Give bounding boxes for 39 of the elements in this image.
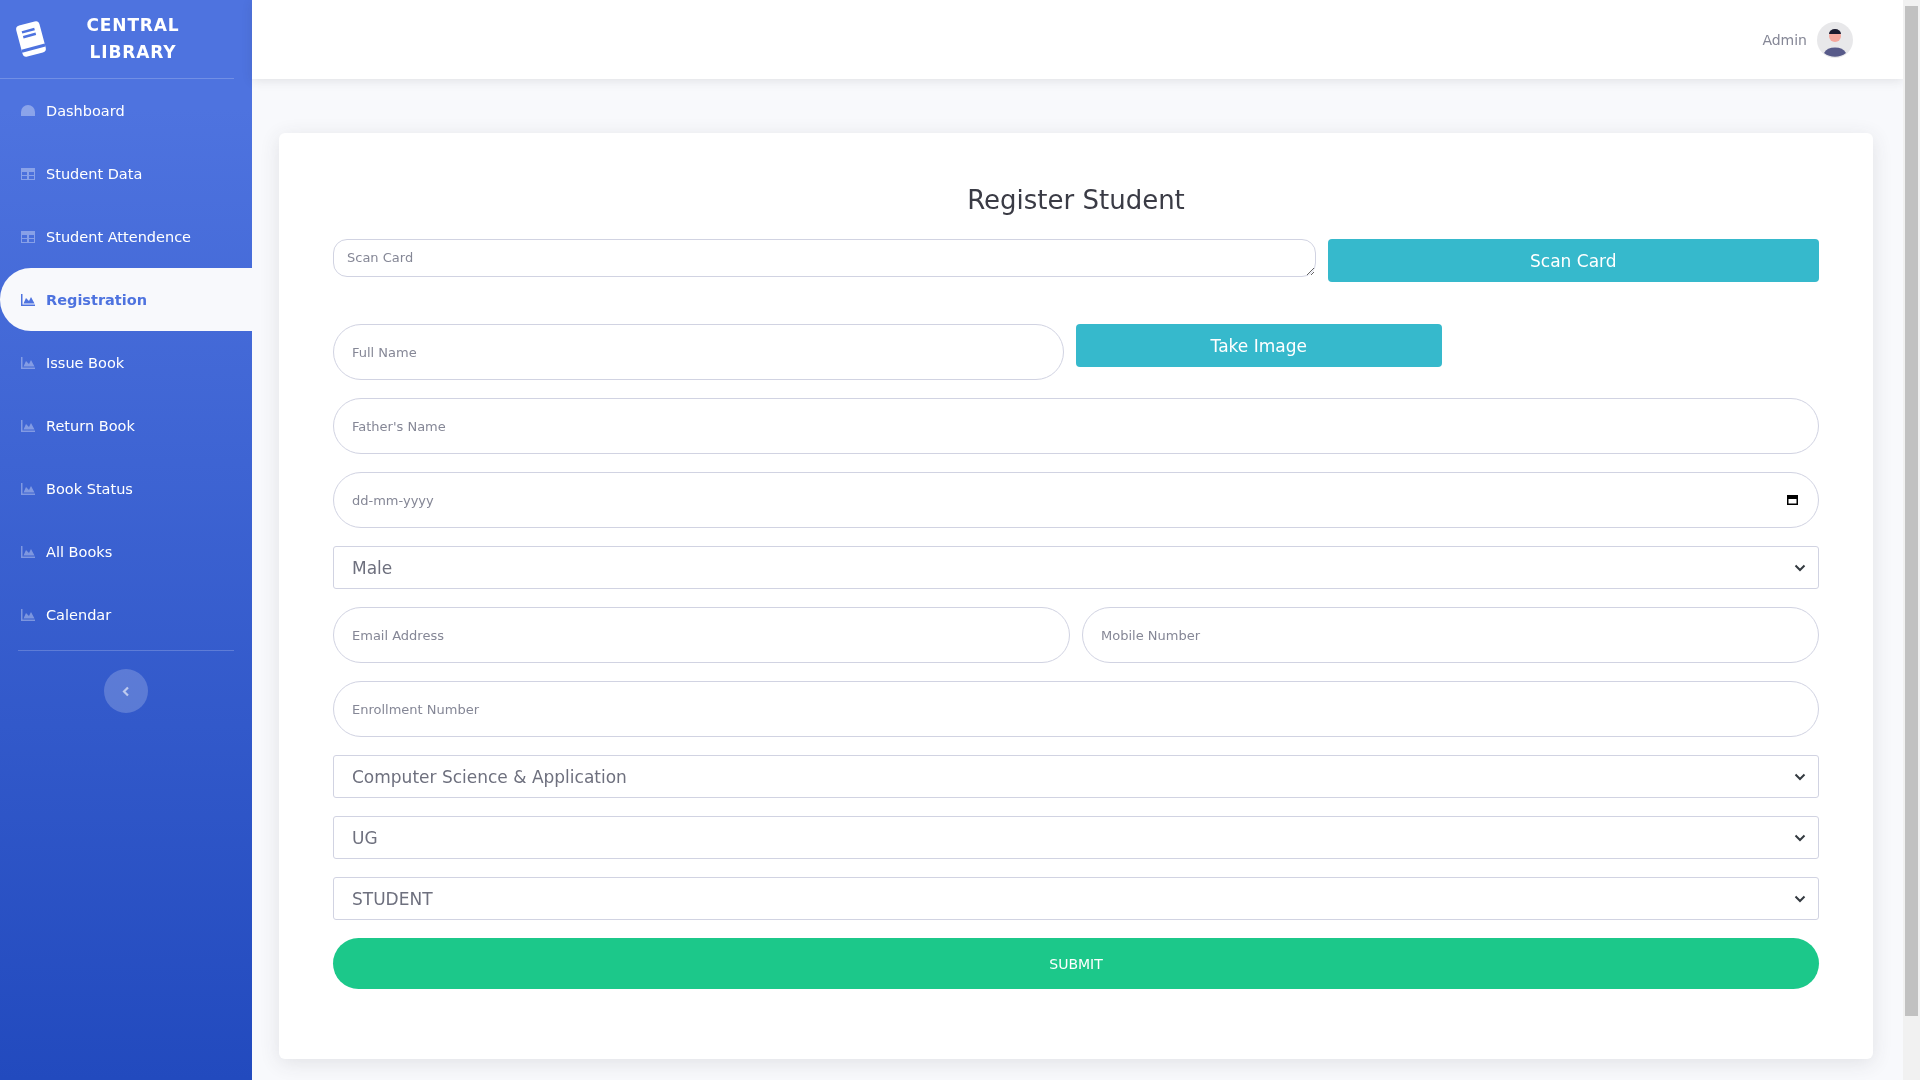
table-icon bbox=[20, 229, 36, 244]
text-field[interactable]: Father's Name bbox=[333, 398, 1819, 454]
table-icon bbox=[20, 166, 36, 181]
chart-icon bbox=[20, 418, 36, 433]
dropdown-select[interactable]: UG bbox=[333, 816, 1819, 859]
dropdown-select[interactable]: Male bbox=[333, 546, 1819, 589]
chart-icon bbox=[20, 544, 36, 559]
chevron-left-icon bbox=[122, 685, 130, 697]
user-name[interactable]: Admin bbox=[1762, 31, 1807, 48]
library-title: CENTRAL LIBRARY bbox=[85, 14, 181, 64]
sidebar-item[interactable]: Student Data bbox=[0, 142, 252, 205]
avatar-icon[interactable] bbox=[1817, 21, 1853, 58]
date-field[interactable]: dd-mm-yyyy bbox=[333, 472, 1819, 528]
sidebar-item[interactable]: Calendar bbox=[0, 583, 252, 646]
dropdown-select[interactable]: Computer Science & Application bbox=[333, 755, 1819, 798]
form-title: Register Student bbox=[966, 185, 1186, 215]
sidebar-item[interactable]: Issue Book bbox=[0, 331, 252, 394]
gauge-icon bbox=[20, 103, 36, 118]
sidebar-item[interactable]: Student Attendence bbox=[0, 205, 252, 268]
chart-icon bbox=[20, 355, 36, 370]
sidebar-item[interactable]: Book Status bbox=[0, 457, 252, 520]
chevron-down-icon bbox=[1794, 894, 1806, 903]
chart-icon bbox=[20, 607, 36, 622]
chart-icon bbox=[20, 292, 36, 307]
calendar-icon[interactable] bbox=[1786, 493, 1799, 506]
chevron-down-icon bbox=[1794, 833, 1806, 842]
sidebar-item[interactable]: Return Book bbox=[0, 394, 252, 457]
sidebar-item[interactable]: Registration bbox=[0, 268, 252, 331]
chevron-down-icon bbox=[1794, 563, 1806, 572]
text-field[interactable]: Email Address bbox=[333, 607, 1070, 663]
sidebar-item[interactable]: All Books bbox=[0, 520, 252, 583]
sidebar-item[interactable]: Dashboard bbox=[0, 79, 252, 142]
chevron-down-icon bbox=[1794, 772, 1806, 781]
chart-icon bbox=[20, 481, 36, 496]
text-field[interactable]: Mobile Number bbox=[1082, 607, 1819, 663]
dropdown-select[interactable]: STUDENT bbox=[333, 877, 1819, 920]
text-field[interactable]: Full Name bbox=[333, 324, 1064, 380]
scan-card-field[interactable]: Scan Card bbox=[333, 239, 1316, 277]
text-field[interactable]: Enrollment Number bbox=[333, 681, 1819, 737]
